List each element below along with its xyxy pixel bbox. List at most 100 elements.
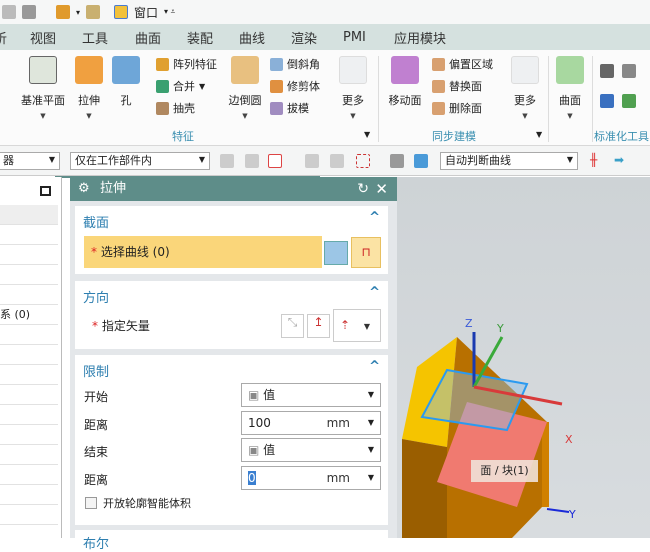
start-distance-input[interactable]: 100 mm ▼ xyxy=(241,411,381,435)
shell-button[interactable]: 抽壳 xyxy=(156,100,195,116)
standard-tools-group-label: 标准化工具 xyxy=(594,130,649,143)
snap-icon[interactable] xyxy=(220,154,234,168)
section-title[interactable]: 方向 xyxy=(83,287,109,306)
vector-dialog-icon[interactable]: ↥ xyxy=(307,314,330,338)
open-profile-checkbox[interactable] xyxy=(85,497,97,509)
window-menu[interactable]: 窗口 xyxy=(134,4,158,21)
ribbon: 基准平面 ▼ 拉伸 ▼ 孔 阵列特征 合并 ▼ 抽壳 边倒圆 ▼ 倒斜角 修剪体 拔模 … xyxy=(0,50,650,146)
open-profile-label: 开放轮廓智能体积 xyxy=(103,497,191,510)
model-view: Z Y X Y xyxy=(402,317,576,538)
list-item[interactable]: 系 (0) xyxy=(0,305,58,325)
sketch-section-icon[interactable] xyxy=(324,241,348,265)
vector-type-dropdown[interactable]: ⇡ ▼ xyxy=(333,309,381,342)
surface-button[interactable]: 曲面 ▼ xyxy=(554,56,586,120)
customize-icon[interactable]: ▾ ⩡ xyxy=(164,7,175,17)
draft-button[interactable]: 拔模 xyxy=(270,100,309,116)
delete-face-button[interactable]: 删除面 xyxy=(432,100,482,116)
label: 更多 xyxy=(514,94,536,107)
start-type-dropdown[interactable]: ▣ 值 ▼ xyxy=(241,383,381,407)
move-face-icon xyxy=(391,56,419,84)
graphics-viewport[interactable]: Z Y X Y 面 / 块(1) xyxy=(397,177,650,538)
snap-icon[interactable] xyxy=(305,154,319,168)
tool-icon[interactable] xyxy=(622,64,636,78)
offset-region-button[interactable]: 偏置区域 xyxy=(432,56,493,72)
collapse-icon[interactable]: ^ xyxy=(369,359,380,374)
tab-application[interactable]: 应用模块 xyxy=(394,28,446,47)
collapse-icon[interactable]: ^ xyxy=(369,285,380,300)
label: 值 xyxy=(263,443,276,457)
tab-surface[interactable]: 曲面 xyxy=(135,28,161,47)
tool-icon[interactable] xyxy=(600,64,614,78)
book-icon[interactable] xyxy=(56,5,70,19)
select-curve-field[interactable]: * 选择曲线 (0) xyxy=(84,236,322,268)
hole-button[interactable]: 孔 xyxy=(112,56,140,108)
section-title[interactable]: 布尔 xyxy=(83,533,109,552)
tab-curve[interactable]: 曲线 xyxy=(239,28,265,47)
close-icon[interactable]: ✕ xyxy=(375,177,388,201)
box-select-icon[interactable] xyxy=(356,154,370,168)
gear-icon[interactable]: ⚙ xyxy=(78,177,90,201)
selection-scope-select[interactable]: 仅在工作部件内 ▼ xyxy=(70,152,210,170)
unite-button[interactable]: 合并 ▼ xyxy=(156,78,205,94)
label: 修剪体 xyxy=(287,80,320,93)
label: 拉伸 xyxy=(78,94,100,107)
arrow-right-icon[interactable]: ➡ xyxy=(614,153,624,167)
sync-more-button[interactable]: 更多 ▼ xyxy=(510,56,540,120)
delete-face-icon xyxy=(432,101,445,115)
end-type-dropdown[interactable]: ▣ 值 ▼ xyxy=(241,438,381,462)
feature-more-button[interactable]: 更多 ▼ xyxy=(338,56,368,120)
body-icon[interactable] xyxy=(390,154,404,168)
replace-face-button[interactable]: 替换面 xyxy=(432,78,482,94)
label: 孔 xyxy=(120,94,132,107)
tab-pmi[interactable]: PMI xyxy=(343,30,366,45)
type-filter-select[interactable]: 器 ▼ xyxy=(0,152,60,170)
label: 系 (0) xyxy=(0,308,31,321)
chamfer-button[interactable]: 倒斜角 xyxy=(270,56,320,72)
trim-body-button[interactable]: 修剪体 xyxy=(270,78,320,94)
cube-icon[interactable] xyxy=(414,154,428,168)
move-face-button[interactable]: 移动面 xyxy=(386,56,424,108)
axis-z-label: Z xyxy=(465,317,473,330)
curve-icon[interactable]: ⊓ xyxy=(351,237,381,268)
tab-analysis[interactable]: 析 xyxy=(0,28,7,47)
tool-icon[interactable] xyxy=(622,94,636,108)
section-title[interactable]: 截面 xyxy=(83,212,109,231)
collapse-icon[interactable]: ^ xyxy=(369,210,380,225)
paste-icon[interactable] xyxy=(22,5,36,19)
window-icon xyxy=(114,5,129,19)
snap-icon[interactable] xyxy=(245,154,259,168)
chevron-down-icon[interactable]: ▼ xyxy=(364,130,370,139)
datum-plane-button[interactable]: 基准平面 ▼ xyxy=(18,56,68,120)
maximize-icon[interactable] xyxy=(40,186,51,196)
brush-icon[interactable] xyxy=(86,5,101,19)
end-distance-input[interactable]: 0 mm ▼ xyxy=(241,466,381,490)
intersect-icon[interactable]: ╫ xyxy=(590,153,597,167)
reset-icon[interactable]: ↻ xyxy=(357,177,369,201)
chevron-down-icon[interactable]: ▼ xyxy=(536,130,542,139)
tab-tools[interactable]: 工具 xyxy=(82,28,108,47)
tool-icon[interactable] xyxy=(600,94,614,108)
reverse-direction-icon[interactable]: ⤡ xyxy=(281,314,304,338)
tab-assembly[interactable]: 装配 xyxy=(187,28,213,47)
pattern-icon xyxy=(156,57,169,71)
label: 偏置区域 xyxy=(449,58,493,71)
required-icon: * xyxy=(92,319,98,333)
edge-blend-button[interactable]: 边倒圆 ▼ xyxy=(226,56,264,120)
copy-icon[interactable] xyxy=(2,5,16,19)
pattern-feature-button[interactable]: 阵列特征 xyxy=(156,56,217,72)
extrude-button[interactable]: 拉伸 ▼ xyxy=(72,56,106,120)
offset-region-icon xyxy=(432,57,445,71)
cube-icon: ▣ xyxy=(248,443,260,457)
tab-view[interactable]: 视图 xyxy=(30,28,56,47)
point-filter-icon[interactable] xyxy=(268,154,282,168)
snap-icon[interactable] xyxy=(330,154,344,168)
limits-panel: 限制 ^ 开始 ▣ 值 ▼ 距离 100 mm ▼ 结束 ▣ 值 ▼ 距离 0 mm ▼ 开放… xyxy=(75,355,388,525)
chevron-down-icon[interactable]: ▾ xyxy=(76,8,80,17)
surface-icon xyxy=(556,56,584,84)
more-icon xyxy=(339,56,367,84)
curve-rule-select[interactable]: 自动判断曲线 ▼ xyxy=(440,152,578,170)
section-panel: 截面 ^ * 选择曲线 (0) ⊓ xyxy=(75,206,388,274)
label: 自动判断曲线 xyxy=(445,154,511,167)
tab-render[interactable]: 渲染 xyxy=(291,28,317,47)
section-title[interactable]: 限制 xyxy=(83,361,109,380)
